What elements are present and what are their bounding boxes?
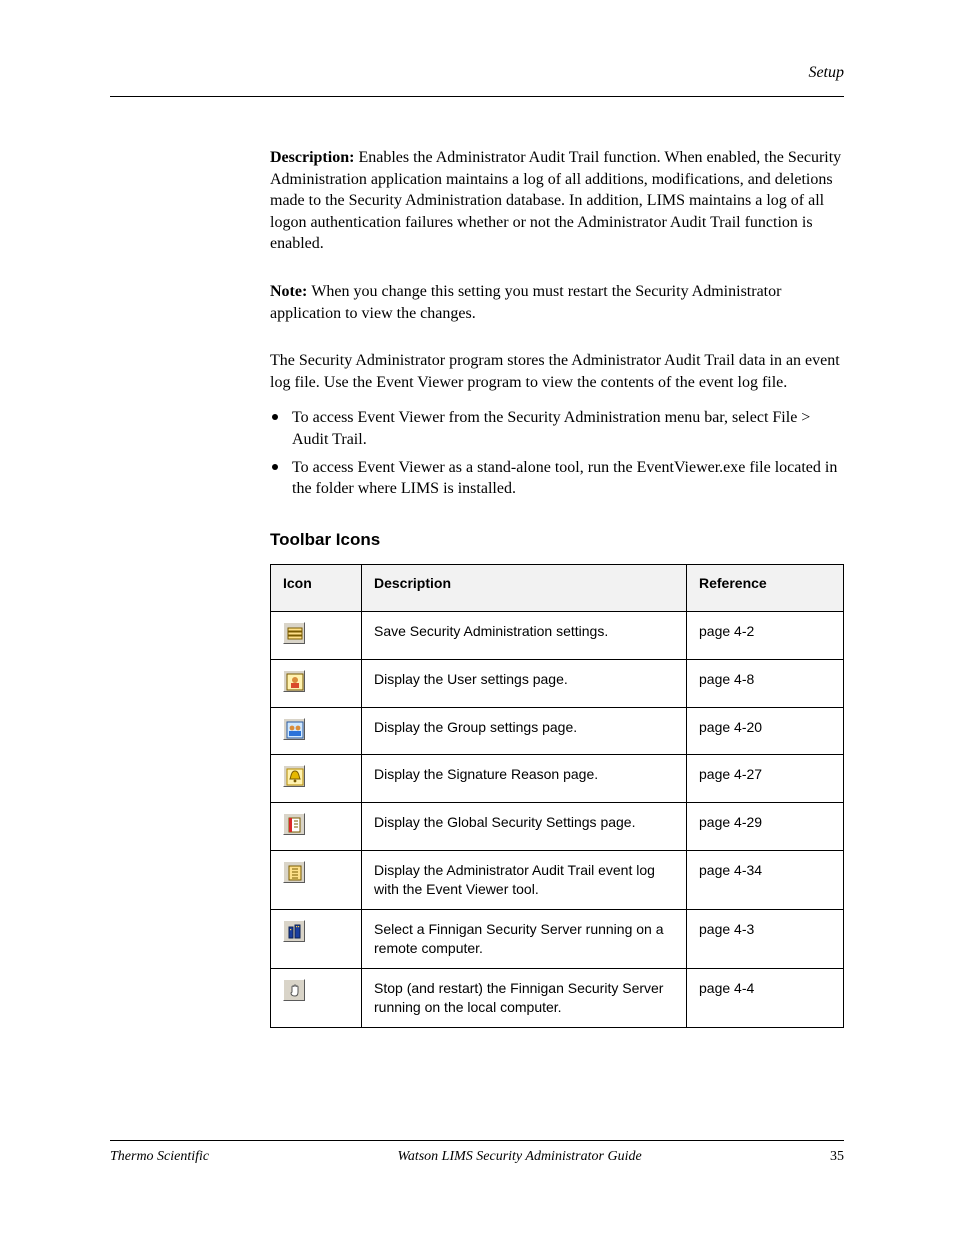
bullet-item: To access Event Viewer as a stand-alone … xyxy=(270,457,844,500)
running-head: Setup xyxy=(110,60,844,97)
icon-cell xyxy=(271,611,362,659)
description-cell: Display the Global Security Settings pag… xyxy=(362,803,687,851)
table-header-row: Icon Description Reference xyxy=(271,564,844,611)
global-security-settings-page-icon[interactable] xyxy=(283,813,305,835)
table-row: Display the Administrator Audit Trail ev… xyxy=(271,851,844,910)
reference-cell: page 4-4 xyxy=(687,968,844,1027)
page-footer: Thermo Scientific Watson LIMS Security A… xyxy=(110,1140,844,1165)
select-security-server-icon[interactable] xyxy=(283,920,305,942)
table-row: Display the Global Security Settings pag… xyxy=(271,803,844,851)
icon-cell xyxy=(271,755,362,803)
footer-center: Watson LIMS Security Administrator Guide xyxy=(397,1149,641,1165)
description-cell: Select a Finnigan Security Server runnin… xyxy=(362,909,687,968)
bullet-dot-icon xyxy=(272,414,278,420)
reference-cell: page 4-29 xyxy=(687,803,844,851)
icon-cell xyxy=(271,968,362,1027)
reference-cell: page 4-2 xyxy=(687,611,844,659)
icon-cell xyxy=(271,803,362,851)
col-header-description: Description xyxy=(362,564,687,611)
col-header-icon: Icon xyxy=(271,564,362,611)
table-row: Display the User settings page.page 4-8 xyxy=(271,659,844,707)
table-row: Select a Finnigan Security Server runnin… xyxy=(271,909,844,968)
icon-cell xyxy=(271,659,362,707)
stop-security-server-icon[interactable] xyxy=(283,979,305,1001)
description-paragraph: Description: Enables the Administrator A… xyxy=(270,147,844,255)
running-head-text: Setup xyxy=(808,64,844,82)
reference-cell: page 4-27 xyxy=(687,755,844,803)
icon-cell xyxy=(271,851,362,910)
bullet-item: To access Event Viewer from the Security… xyxy=(270,407,844,450)
reference-cell: page 4-8 xyxy=(687,659,844,707)
col-header-reference: Reference xyxy=(687,564,844,611)
paragraph-event-log: The Security Administrator program store… xyxy=(270,350,844,393)
description-cell: Stop (and restart) the Finnigan Security… xyxy=(362,968,687,1027)
bullet-text: To access Event Viewer as a stand-alone … xyxy=(292,457,844,500)
table-row: Display the Group settings page.page 4-2… xyxy=(271,707,844,755)
toolbar-icons-table: Icon Description Reference Save Security… xyxy=(270,564,844,1028)
audit-trail-log-icon[interactable] xyxy=(283,861,305,883)
footer-left: Thermo Scientific xyxy=(110,1149,209,1165)
bullet-text: To access Event Viewer from the Security… xyxy=(292,407,844,450)
description-label: Description: xyxy=(270,149,358,166)
save-settings-icon[interactable] xyxy=(283,622,305,644)
reference-cell: page 4-3 xyxy=(687,909,844,968)
group-settings-page-icon[interactable] xyxy=(283,718,305,740)
signature-reason-page-icon[interactable] xyxy=(283,765,305,787)
description-cell: Display the Signature Reason page. xyxy=(362,755,687,803)
bullet-dot-icon xyxy=(272,464,278,470)
icon-cell xyxy=(271,707,362,755)
note-text: When you change this setting you must re… xyxy=(270,283,781,322)
description-cell: Save Security Administration settings. xyxy=(362,611,687,659)
description-cell: Display the Administrator Audit Trail ev… xyxy=(362,851,687,910)
note-paragraph: Note: When you change this setting you m… xyxy=(270,281,844,324)
icon-cell xyxy=(271,909,362,968)
toolbar-icons-heading: Toolbar Icons xyxy=(270,530,844,550)
reference-cell: page 4-34 xyxy=(687,851,844,910)
table-row: Stop (and restart) the Finnigan Security… xyxy=(271,968,844,1027)
reference-cell: page 4-20 xyxy=(687,707,844,755)
description-cell: Display the Group settings page. xyxy=(362,707,687,755)
note-label: Note: xyxy=(270,283,311,300)
table-row: Save Security Administration settings.pa… xyxy=(271,611,844,659)
user-settings-page-icon[interactable] xyxy=(283,670,305,692)
footer-page-number: 35 xyxy=(830,1149,844,1165)
table-row: Display the Signature Reason page.page 4… xyxy=(271,755,844,803)
description-cell: Display the User settings page. xyxy=(362,659,687,707)
